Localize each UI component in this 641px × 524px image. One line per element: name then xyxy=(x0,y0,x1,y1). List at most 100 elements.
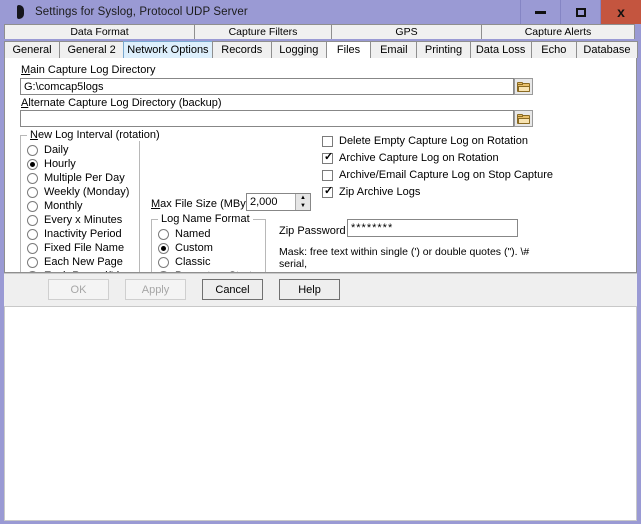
spin-up-icon[interactable]: ▲ xyxy=(296,194,310,202)
window-controls: x xyxy=(520,0,641,24)
alt-log-dir-label: Alternate Capture Log Directory (backup) xyxy=(21,97,222,109)
max-file-size-stepper[interactable]: 2,000 ▲ ▼ xyxy=(246,193,311,211)
dialog-button-bar: OK Apply Cancel Help xyxy=(4,273,637,307)
checkbox-archive-email-stop-capture-box xyxy=(322,170,333,181)
radio-each-new-page[interactable]: Each New Page xyxy=(27,256,123,268)
tab-row-secondary: General General 2 Network Options Record… xyxy=(4,39,637,58)
radio-weekly[interactable]: Weekly (Monday) xyxy=(27,186,129,198)
radio-prompt-on-start-label: Prompt on Start xyxy=(175,270,252,273)
radio-monthly-label: Monthly xyxy=(44,200,83,212)
radio-custom-label: Custom xyxy=(175,242,213,254)
maximize-button[interactable] xyxy=(560,0,600,24)
radio-multiple-per-day[interactable]: Multiple Per Day xyxy=(27,172,125,184)
checkbox-zip-archive-logs-label: Zip Archive Logs xyxy=(339,186,420,198)
radio-fixed-file-name-label: Fixed File Name xyxy=(44,242,124,254)
radio-custom[interactable]: Custom xyxy=(158,242,213,254)
radio-weekly-label: Weekly (Monday) xyxy=(44,186,129,198)
radio-each-new-page-label: Each New Page xyxy=(44,256,123,268)
checkbox-archive-capture-log-rotation-box: ✓ xyxy=(322,153,333,164)
tab-data-loss[interactable]: Data Loss xyxy=(470,41,532,58)
minimize-button[interactable] xyxy=(520,0,560,24)
title-bar: Settings for Syslog, Protocol UDP Server… xyxy=(0,0,641,24)
max-file-size-label: Max File Size (MByte) xyxy=(151,198,259,210)
radio-daily-label: Daily xyxy=(44,144,68,156)
radio-each-record-line-label: Each Record/Line xyxy=(44,270,131,273)
radio-hourly-indicator xyxy=(27,159,38,170)
checkbox-delete-empty-capture-log[interactable]: Delete Empty Capture Log on Rotation xyxy=(322,135,528,147)
radio-monthly[interactable]: Monthly xyxy=(27,200,83,212)
tab-database[interactable]: Database xyxy=(576,41,638,58)
radio-fixed-file-name-indicator xyxy=(27,243,38,254)
radio-named-indicator xyxy=(158,229,169,240)
tab-printing[interactable]: Printing xyxy=(416,41,470,58)
main-log-dir-label: Main Capture Log Directory xyxy=(21,64,156,76)
tab-capture-alerts[interactable]: Capture Alerts xyxy=(481,24,635,39)
tab-network-options[interactable]: Network Options xyxy=(123,41,213,58)
alt-log-dir-input[interactable] xyxy=(20,110,514,127)
tab-capture-filters[interactable]: Capture Filters xyxy=(194,24,332,39)
tab-general-2[interactable]: General 2 xyxy=(59,41,124,58)
radio-multiple-per-day-label: Multiple Per Day xyxy=(44,172,125,184)
tab-files[interactable]: Files xyxy=(326,41,371,58)
log-name-format-title: Log Name Format xyxy=(158,213,253,225)
tab-records[interactable]: Records xyxy=(212,41,272,58)
max-file-size-value[interactable]: 2,000 xyxy=(247,196,295,208)
ok-button[interactable]: OK xyxy=(48,279,109,300)
tab-data-format[interactable]: Data Format xyxy=(4,24,195,39)
radio-inactivity-period-indicator xyxy=(27,229,38,240)
folder-icon xyxy=(517,114,530,124)
radio-classic-indicator xyxy=(158,257,169,268)
folder-icon xyxy=(517,82,530,92)
zip-password-label: Zip Password xyxy=(279,225,346,237)
checkbox-archive-email-stop-capture-label: Archive/Email Capture Log on Stop Captur… xyxy=(339,169,553,181)
radio-inactivity-period[interactable]: Inactivity Period xyxy=(27,228,122,240)
main-log-dir-browse-button[interactable] xyxy=(514,78,533,95)
checkbox-archive-capture-log-rotation[interactable]: ✓ Archive Capture Log on Rotation xyxy=(322,152,499,164)
close-button[interactable]: x xyxy=(600,0,641,24)
radio-hourly[interactable]: Hourly xyxy=(27,158,76,170)
radio-monthly-indicator xyxy=(27,201,38,212)
tab-email[interactable]: Email xyxy=(370,41,417,58)
checkbox-delete-empty-capture-log-box xyxy=(322,136,333,147)
radio-prompt-on-start-indicator xyxy=(158,271,169,273)
alt-log-dir-browse-button[interactable] xyxy=(514,110,533,127)
radio-daily[interactable]: Daily xyxy=(27,144,68,156)
tab-logging[interactable]: Logging xyxy=(271,41,327,58)
radio-every-x-minutes-label: Every x Minutes xyxy=(44,214,122,226)
radio-every-x-minutes[interactable]: Every x Minutes xyxy=(27,214,122,226)
window-title: Settings for Syslog, Protocol UDP Server xyxy=(35,6,248,18)
spin-down-icon[interactable]: ▼ xyxy=(296,202,310,210)
radio-hourly-label: Hourly xyxy=(44,158,76,170)
radio-each-record-line[interactable]: Each Record/Line xyxy=(27,270,131,273)
zip-password-input[interactable]: ******** xyxy=(347,219,518,237)
checkbox-archive-capture-log-rotation-label: Archive Capture Log on Rotation xyxy=(339,152,499,164)
apply-button[interactable]: Apply xyxy=(125,279,186,300)
checkbox-delete-empty-capture-log-label: Delete Empty Capture Log on Rotation xyxy=(339,135,528,147)
radio-every-x-minutes-indicator xyxy=(27,215,38,226)
checkbox-zip-archive-logs-box: ✓ xyxy=(322,187,333,198)
checkbox-zip-archive-logs[interactable]: ✓ Zip Archive Logs xyxy=(322,186,420,198)
app-icon xyxy=(12,4,28,20)
radio-multiple-per-day-indicator xyxy=(27,173,38,184)
radio-named[interactable]: Named xyxy=(158,228,210,240)
settings-window: Settings for Syslog, Protocol UDP Server… xyxy=(0,0,641,524)
radio-prompt-on-start[interactable]: Prompt on Start xyxy=(158,270,252,273)
radio-fixed-file-name[interactable]: Fixed File Name xyxy=(27,242,124,254)
tab-strip: Data Format Capture Filters GPS Capture … xyxy=(0,24,641,58)
radio-daily-indicator xyxy=(27,145,38,156)
files-tab-panel: Main Capture Log Directory G:\comcap5log… xyxy=(4,58,637,273)
maximize-icon xyxy=(576,8,586,17)
radio-custom-indicator xyxy=(158,243,169,254)
tab-gps[interactable]: GPS xyxy=(331,24,482,39)
checkbox-archive-email-stop-capture[interactable]: Archive/Email Capture Log on Stop Captur… xyxy=(322,169,553,181)
max-file-size-spin-buttons[interactable]: ▲ ▼ xyxy=(295,194,310,210)
main-log-dir-input[interactable]: G:\comcap5logs xyxy=(20,78,514,95)
tab-general[interactable]: General xyxy=(4,41,60,58)
radio-named-label: Named xyxy=(175,228,210,240)
tab-echo[interactable]: Echo xyxy=(531,41,577,58)
minimize-icon xyxy=(535,11,546,14)
cancel-button[interactable]: Cancel xyxy=(202,279,263,300)
help-button[interactable]: Help xyxy=(279,279,340,300)
radio-classic[interactable]: Classic xyxy=(158,256,210,268)
tab-row-primary: Data Format Capture Filters GPS Capture … xyxy=(4,24,637,39)
